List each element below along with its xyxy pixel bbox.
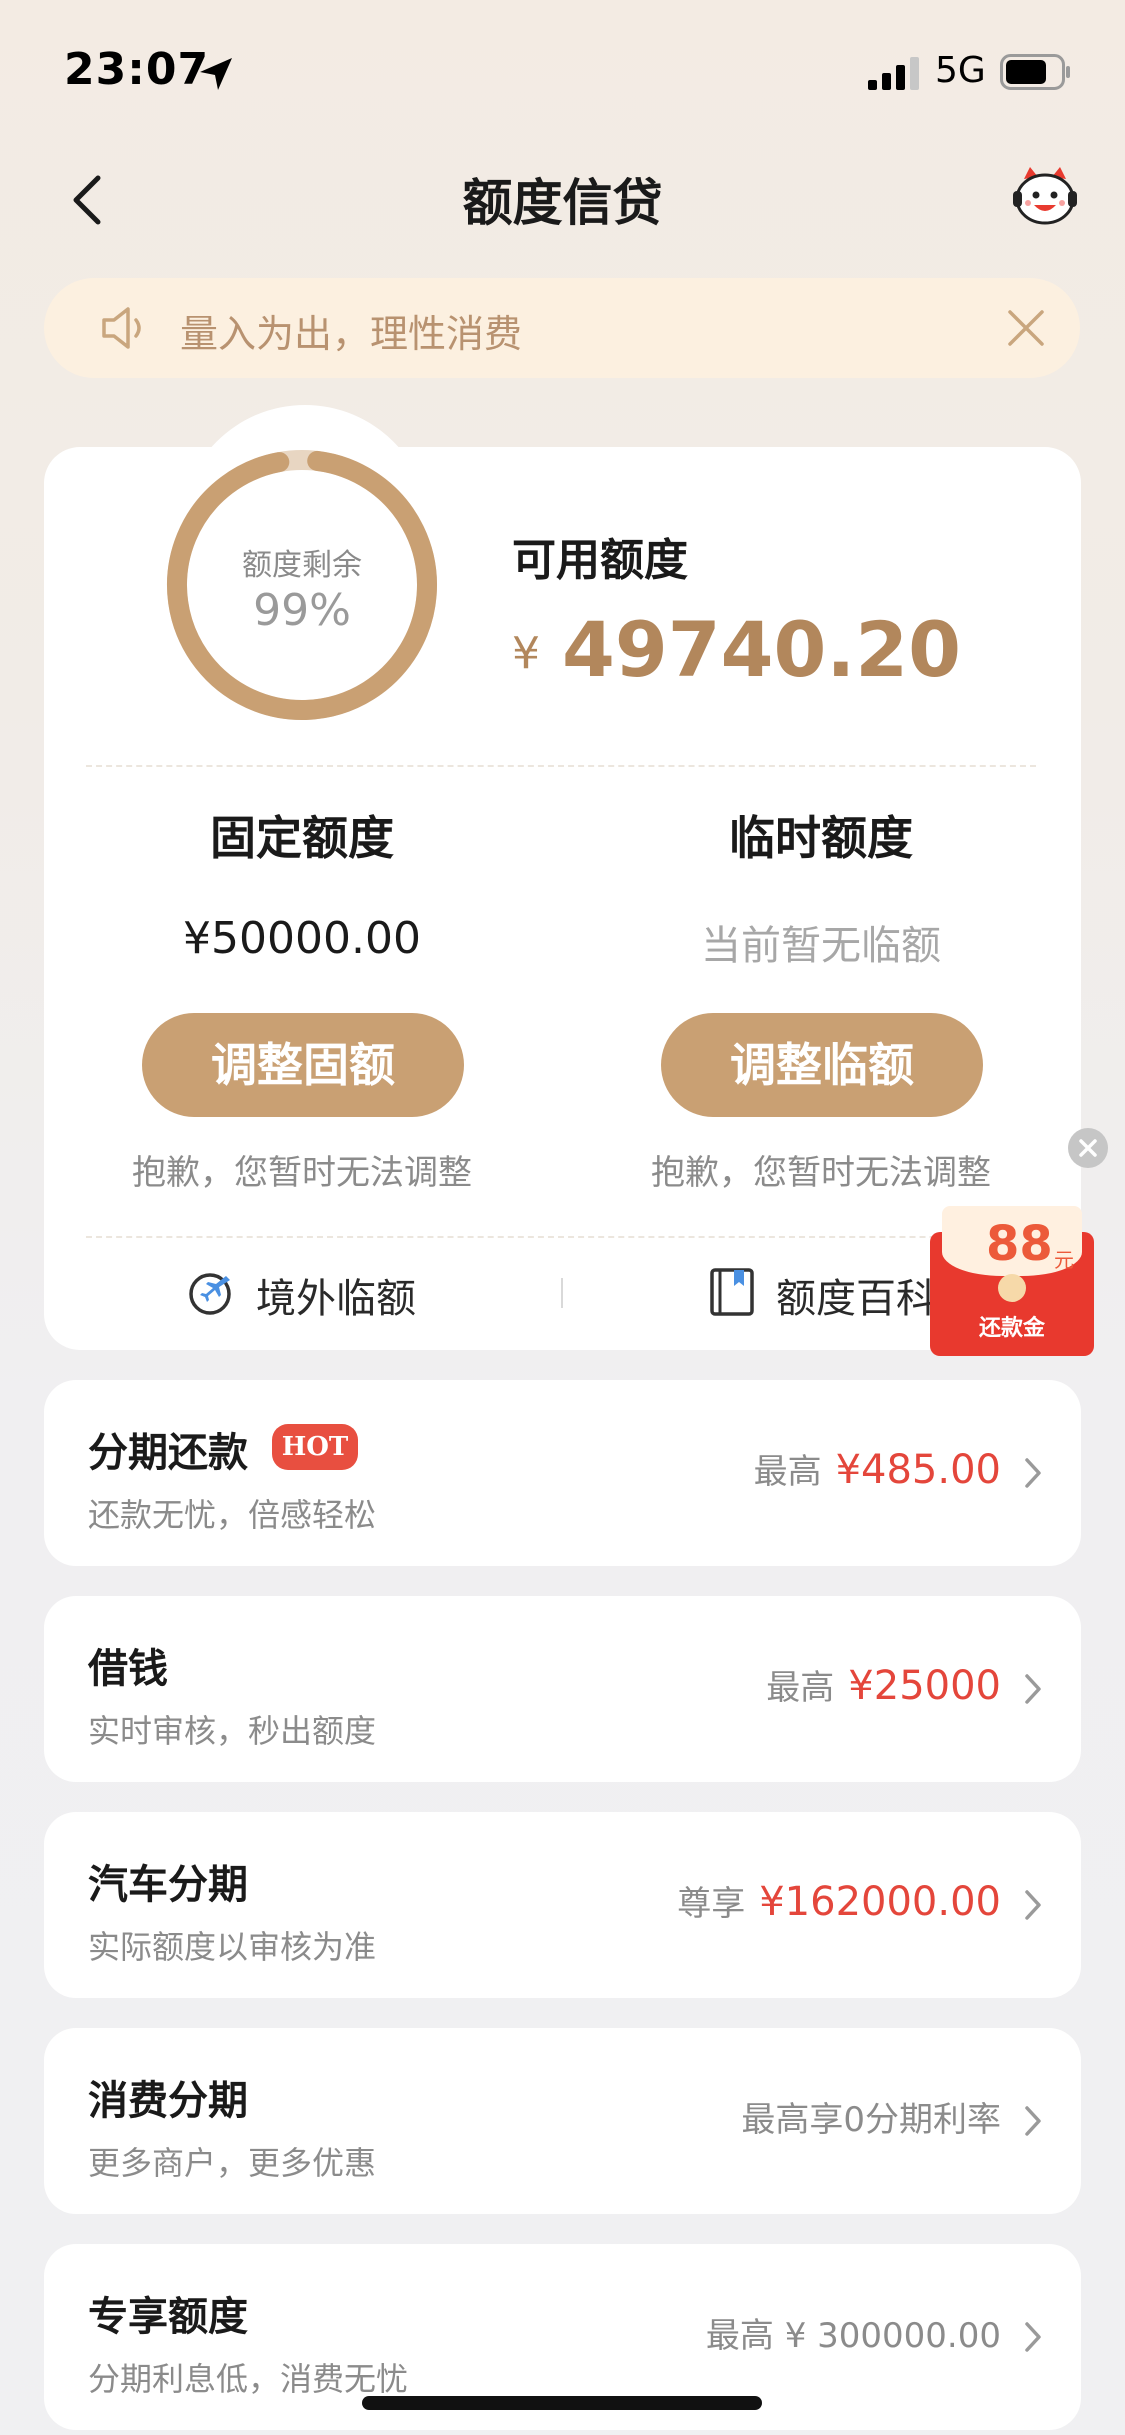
item-right-text: 尊享 ¥162000.00 xyxy=(677,1876,1001,1925)
available-credit-value: 49740.20 xyxy=(562,605,962,694)
page-title: 额度信贷 xyxy=(462,174,663,232)
location-arrow-icon xyxy=(200,58,232,90)
item-title: 分期还款 xyxy=(88,1430,248,1476)
hot-badge: HOT xyxy=(272,1424,358,1470)
adjust-temp-credit-button[interactable]: 调整临额 xyxy=(661,1013,983,1117)
item-prefix: 最高 xyxy=(766,1668,835,1708)
fixed-credit-title: 固定额度 xyxy=(210,811,394,865)
close-icon xyxy=(1079,1139,1097,1157)
item-right-text: 最高 ¥485.00 xyxy=(754,1444,1001,1493)
credit-encyclopedia-link[interactable]: 额度百科 xyxy=(776,1266,936,1324)
list-item-car-installment[interactable]: 汽车分期 实际额度以审核为准 尊享 ¥162000.00 xyxy=(44,1812,1081,1998)
item-amount: ¥162000.00 xyxy=(759,1879,1001,1925)
item-amount: ¥25000 xyxy=(848,1663,1001,1709)
promo-coupon: 88 元 xyxy=(942,1206,1082,1276)
item-subtitle: 实时审核，秒出额度 xyxy=(88,1712,377,1750)
item-title: 借钱 xyxy=(88,1646,168,1692)
item-right-text: 最高 ¥ 300000.00 xyxy=(705,2316,1001,2356)
item-title: 汽车分期 xyxy=(88,1862,248,1908)
chevron-right-icon xyxy=(1025,1458,1041,1488)
temp-credit-title: 临时额度 xyxy=(729,811,913,865)
item-prefix: 最高 xyxy=(753,1452,822,1492)
promo-seal-icon xyxy=(998,1274,1026,1302)
temp-credit-value: 当前暂无临额 xyxy=(701,923,941,969)
list-item-borrow[interactable]: 借钱 实时审核，秒出额度 最高 ¥25000 xyxy=(44,1596,1081,1782)
chevron-right-icon xyxy=(1025,1890,1041,1920)
ring-label: 额度剩余 xyxy=(242,548,362,583)
status-bar: 23:07 5G xyxy=(0,0,1125,140)
item-subtitle: 实际额度以审核为准 xyxy=(88,1928,377,1966)
overseas-plane-icon[interactable] xyxy=(186,1266,238,1318)
currency-symbol: ¥ xyxy=(512,628,540,679)
item-amount: ¥485.00 xyxy=(835,1447,1001,1493)
item-title: 消费分期 xyxy=(88,2078,248,2124)
chevron-right-icon xyxy=(1025,2322,1041,2352)
list-item-consumer-installment[interactable]: 消费分期 更多商户，更多优惠 最高享0分期利率 xyxy=(44,2028,1081,2214)
home-indicator[interactable] xyxy=(362,2396,762,2410)
available-credit-label: 可用额度 xyxy=(512,535,688,586)
promo-amount: 88 xyxy=(986,1216,1053,1272)
ring-percent: 99% xyxy=(253,585,351,636)
notice-text: 量入为出，理性消费 xyxy=(180,312,523,356)
battery-icon xyxy=(1000,54,1070,90)
item-subtitle: 更多商户，更多优惠 xyxy=(88,2144,377,2182)
fixed-credit-note: 抱歉，您暂时无法调整 xyxy=(132,1153,472,1193)
speaker-icon xyxy=(102,307,141,349)
signal-icon xyxy=(868,57,919,90)
item-right-text: 最高 ¥25000 xyxy=(766,1660,1001,1709)
adjust-fixed-credit-button[interactable]: 调整固额 xyxy=(142,1013,464,1117)
notice-banner: 量入为出，理性消费 xyxy=(44,278,1080,378)
promo-label: 还款金 xyxy=(978,1316,1045,1341)
item-title: 专享额度 xyxy=(88,2294,248,2340)
overseas-credit-link[interactable]: 境外临额 xyxy=(256,1266,416,1324)
repayment-bonus-promo[interactable]: 88 元 还款金 xyxy=(930,1206,1094,1356)
list-item-installment-repay[interactable]: 分期还款 HOT 还款无忧，倍感轻松 最高 ¥485.00 xyxy=(44,1380,1081,1566)
book-icon[interactable] xyxy=(706,1266,758,1318)
link-separator xyxy=(561,1278,563,1308)
network-label: 5G xyxy=(935,50,986,91)
chevron-right-icon xyxy=(1025,1674,1041,1704)
temp-credit-note: 抱歉，您暂时无法调整 xyxy=(651,1153,991,1193)
item-subtitle: 还款无忧，倍感轻松 xyxy=(88,1496,377,1534)
item-subtitle: 分期利息低，消费无忧 xyxy=(88,2360,409,2398)
mascot-avatar-icon[interactable] xyxy=(1010,165,1080,227)
item-right-text: 最高享0分期利率 xyxy=(741,2100,1001,2140)
fixed-credit-value: ¥50000.00 xyxy=(183,913,421,964)
status-time: 23:07 xyxy=(64,44,210,95)
chevron-right-icon xyxy=(1025,2106,1041,2136)
promo-close-button[interactable] xyxy=(1068,1128,1108,1168)
item-prefix: 尊享 xyxy=(677,1884,746,1924)
promo-unit: 元 xyxy=(1054,1248,1074,1272)
notice-close-icon[interactable] xyxy=(1004,306,1048,350)
divider xyxy=(86,1236,1036,1238)
divider xyxy=(86,765,1036,767)
